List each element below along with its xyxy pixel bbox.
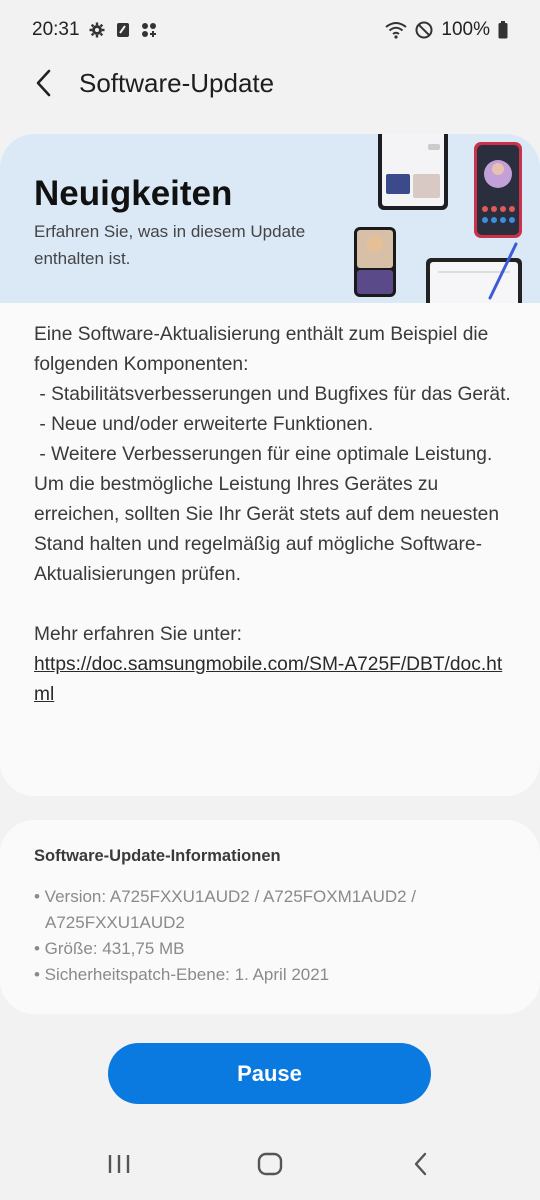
back-button[interactable]: [24, 65, 64, 105]
status-time: 20:31: [32, 19, 80, 40]
page-title: Software-Update: [79, 68, 275, 98]
pause-button[interactable]: Pause: [108, 1043, 431, 1104]
info-size: • Größe: 431,75 MB: [34, 939, 185, 958]
status-bar: 20:31 100%: [0, 0, 540, 60]
info-version: • Version: A725FXXU1AUD2 / A725FOXM1AUD2…: [34, 887, 417, 932]
nav-back-button[interactable]: [401, 1148, 441, 1184]
recent-apps-button[interactable]: [99, 1148, 139, 1184]
news-banner: Neuigkeiten Erfahren Sie, was in diesem …: [0, 134, 540, 303]
doc-link[interactable]: https://doc.samsungmobile.com/SM-A725F/D…: [34, 650, 504, 710]
info-title: Software-Update-Informationen: [34, 847, 281, 865]
status-right: 100%: [385, 19, 508, 41]
news-body-line-2: - Stabilitätsverbesserungen und Bugfixes…: [34, 384, 511, 405]
home-icon: [257, 1152, 283, 1181]
battery-percent: 100%: [441, 19, 490, 40]
news-body: Eine Software-Aktualisierung enthält zum…: [34, 320, 514, 710]
info-security-patch: • Sicherheitspatch-Ebene: 1. April 2021: [34, 965, 330, 984]
sim-icon: [114, 21, 132, 39]
status-left: 20:31: [32, 19, 158, 41]
update-info-card: Software-Update-Informationen • Version:…: [0, 820, 540, 1014]
do-not-disturb-icon: [415, 21, 433, 39]
news-body-line-4: - Weitere Verbesserungen für eine optima…: [34, 444, 493, 465]
battery-icon: [498, 21, 508, 39]
devices-illustration: [354, 134, 522, 303]
news-body-line-3: - Neue und/oder erweiterte Funktionen.: [34, 414, 374, 435]
navigation-bar: [0, 1130, 540, 1200]
home-button[interactable]: [250, 1148, 290, 1184]
chevron-left-icon: [34, 68, 54, 103]
grid-icon: [140, 21, 158, 39]
info-list: • Version: A725FXXU1AUD2 / A725FOXM1AUD2…: [34, 884, 504, 988]
news-body-line-5: Um die bestmögliche Leistung Ihres Gerät…: [34, 474, 505, 585]
wifi-icon: [385, 21, 408, 39]
chevron-left-icon: [413, 1152, 429, 1181]
whats-new-card: Neuigkeiten Erfahren Sie, was in diesem …: [0, 134, 540, 796]
gear-icon: [88, 21, 106, 39]
news-body-line-1: Eine Software-Aktualisierung enthält zum…: [34, 324, 494, 375]
app-bar: Software-Update: [0, 60, 540, 110]
news-title: Neuigkeiten: [34, 174, 233, 213]
recent-apps-icon: [107, 1153, 131, 1180]
more-info-label: Mehr erfahren Sie unter:: [34, 624, 242, 645]
news-subtitle: Erfahren Sie, was in diesem Update entha…: [34, 222, 306, 268]
